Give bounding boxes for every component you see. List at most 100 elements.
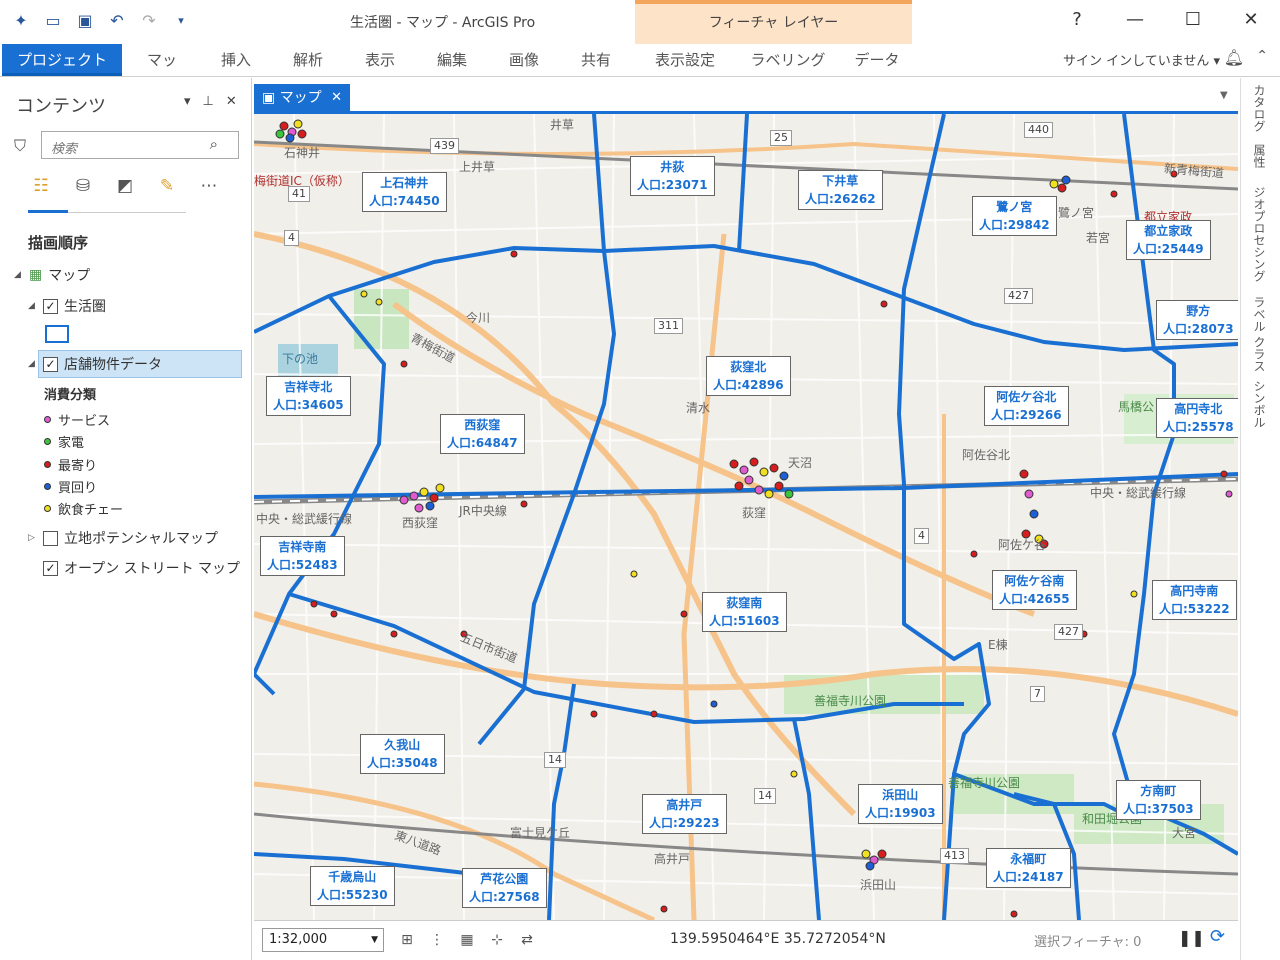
collapse-icon[interactable]: ◢ xyxy=(28,359,37,369)
layer-checkbox[interactable]: ✓ xyxy=(43,356,58,372)
tab-data[interactable]: データ xyxy=(852,44,902,76)
customize-qat-icon[interactable]: ▾ xyxy=(170,10,192,32)
area-label[interactable]: 永福町 人口:24187 xyxy=(986,848,1071,888)
refresh-icon[interactable]: ⟳ xyxy=(1210,926,1225,947)
cursor-icon[interactable]: ⊹ xyxy=(486,929,508,951)
search-input[interactable]: 検索 ⌕ xyxy=(41,131,239,159)
area-label[interactable]: 吉祥寺北 人口:34605 xyxy=(266,376,351,416)
route-shield: 14 xyxy=(544,752,566,768)
correction-icon[interactable]: ⇄ xyxy=(516,929,538,951)
scale-selector[interactable]: 1:32,000 ▼ xyxy=(262,928,384,952)
expand-icon[interactable]: ▷ xyxy=(28,533,37,543)
area-label[interactable]: 荻窪北 人口:42896 xyxy=(706,356,791,396)
place-label: 荻窪 xyxy=(742,506,767,520)
pane-menu-icon[interactable]: ▾ xyxy=(184,94,191,109)
area-label[interactable]: 方南町 人口:37503 xyxy=(1116,780,1201,820)
layer-checkbox[interactable]: ✓ xyxy=(43,560,58,576)
tab-labeling[interactable]: ラベリング xyxy=(748,44,828,76)
chevron-down-icon[interactable]: ▼ xyxy=(371,929,378,951)
area-label[interactable]: 荻窪南 人口:51603 xyxy=(702,592,787,632)
layer-checkbox[interactable] xyxy=(43,530,58,546)
tree-row-map[interactable]: ◢ ▦ マップ xyxy=(14,265,90,285)
side-panel-tabs: カタログ 属性 ジオプロセシング ラベル クラス シンボル xyxy=(1240,78,1280,960)
notification-bell-icon[interactable]: 🔔︎ xyxy=(1224,48,1244,67)
pin-icon[interactable]: ⊥ xyxy=(203,94,214,109)
area-label[interactable]: 下井草 人口:26262 xyxy=(798,170,883,210)
area-label[interactable]: 野方 人口:28073 xyxy=(1156,300,1238,340)
pane-close-icon[interactable]: ✕ xyxy=(226,94,237,109)
route-shield: 41 xyxy=(288,186,310,202)
coordinate-readout: 139.5950464°E 35.7272054°N xyxy=(670,931,886,947)
data-source-icon[interactable]: ⛁ xyxy=(70,173,96,199)
sign-in-status[interactable]: サイン インしていません ▾ xyxy=(1063,50,1220,69)
open-folder-icon[interactable]: ▭ xyxy=(42,10,64,32)
area-label[interactable]: 高円寺北 人口:25578 xyxy=(1156,398,1238,438)
drawing-order-icon[interactable]: ☷ xyxy=(28,173,54,199)
tab-appearance[interactable]: 表示設定 xyxy=(646,44,724,76)
place-label: 善福寺川公園 xyxy=(948,776,1021,790)
route-shield: 440 xyxy=(1024,122,1053,138)
selection-icon[interactable]: ◩ xyxy=(112,173,138,199)
ribbon-collapse-icon[interactable]: ⌃ xyxy=(1256,48,1268,64)
area-label[interactable]: 西荻窪 人口:64847 xyxy=(440,414,525,454)
tree-row-potential[interactable]: ▷ 立地ポテンシャルマップ xyxy=(28,528,218,548)
redo-icon[interactable]: ↷ xyxy=(138,10,160,32)
side-tab-symbology[interactable]: シンボル xyxy=(1251,380,1268,428)
tab-view[interactable]: 表示 xyxy=(358,44,402,76)
tab-share[interactable]: 共有 xyxy=(574,44,618,76)
area-label[interactable]: 吉祥寺南 人口:52483 xyxy=(260,536,345,576)
area-label[interactable]: 高円寺南 人口:53222 xyxy=(1152,580,1237,620)
more-options-icon[interactable]: ⋯ xyxy=(196,173,222,199)
map-view[interactable]: 石神井 上井草 今川 清水 天沼 荻窪 西荻窪 JR中央線 阿佐谷北 阿佐ケ谷 … xyxy=(254,114,1238,920)
layer-checkbox[interactable]: ✓ xyxy=(43,298,58,314)
area-label[interactable]: 高井戸 人口:29223 xyxy=(642,794,727,834)
tree-row-osm[interactable]: ✓ オープン ストリート マップ xyxy=(28,558,240,578)
area-label[interactable]: 鷺ノ宮 人口:29842 xyxy=(972,196,1057,236)
table-icon[interactable]: ▦ xyxy=(456,929,478,951)
tab-analysis[interactable]: 解析 xyxy=(286,44,330,76)
save-icon[interactable]: ▣ xyxy=(74,10,96,32)
side-tab-catalog[interactable]: カタログ xyxy=(1251,84,1268,132)
view-switcher: ☷ ⛁ ◩ ✎ ⋯ xyxy=(28,173,222,199)
collapse-icon[interactable]: ◢ xyxy=(28,301,37,311)
close-button[interactable]: ✕ xyxy=(1222,0,1280,40)
tree-row-stores[interactable]: ◢ ✓ 店舗物件データ xyxy=(28,354,162,374)
tab-dropdown-icon[interactable]: ▼ xyxy=(1220,90,1228,101)
tab-edit[interactable]: 編集 xyxy=(430,44,474,76)
area-label[interactable]: 千歳烏山 人口:55230 xyxy=(310,866,395,906)
selected-features-count[interactable]: 選択フィーチャ: 0 xyxy=(1034,931,1141,950)
area-label[interactable]: 阿佐ケ谷南 人口:42655 xyxy=(992,570,1077,610)
grid-icon[interactable]: ⋮ xyxy=(426,929,448,951)
side-tab-attributes[interactable]: 属性 xyxy=(1251,144,1268,168)
new-project-icon[interactable]: ✦ xyxy=(10,10,32,32)
area-label[interactable]: 都立家政 人口:25449 xyxy=(1126,220,1211,260)
tab-insert[interactable]: 挿入 xyxy=(214,44,258,76)
tab-project[interactable]: プロジェクト xyxy=(2,44,122,76)
area-label[interactable]: 阿佐ケ谷北 人口:29266 xyxy=(984,386,1069,426)
tab-map[interactable]: マップ xyxy=(140,44,184,101)
pause-drawing-button[interactable]: ❚❚ xyxy=(1178,928,1205,947)
area-label[interactable]: 井荻 人口:23071 xyxy=(630,156,715,196)
tab-imagery[interactable]: 画像 xyxy=(502,44,546,76)
tab-map-view[interactable]: ▣ マップ ✕ xyxy=(254,84,350,112)
area-label[interactable]: 浜田山 人口:19903 xyxy=(858,784,943,824)
snapping-icon[interactable]: ⊞ xyxy=(396,929,418,951)
undo-icon[interactable]: ↶ xyxy=(106,10,128,32)
help-button[interactable]: ? xyxy=(1048,0,1106,40)
maximize-button[interactable]: ☐ xyxy=(1164,0,1222,40)
area-label[interactable]: 上石神井 人口:74450 xyxy=(362,172,447,212)
editing-icon[interactable]: ✎ xyxy=(154,173,180,199)
tree-label-potential: 立地ポテンシャルマップ xyxy=(64,531,218,547)
legend-label: 最寄り xyxy=(58,459,98,474)
side-tab-geoprocessing[interactable]: ジオプロセシング xyxy=(1251,186,1268,282)
minimize-button[interactable]: — xyxy=(1106,0,1164,40)
collapse-icon[interactable]: ◢ xyxy=(14,270,23,280)
map-tab-close-icon[interactable]: ✕ xyxy=(331,84,342,112)
search-icon[interactable]: ⌕ xyxy=(210,135,218,153)
filter-icon[interactable]: ⛉ xyxy=(14,136,26,156)
tree-row-seikatsuken[interactable]: ◢ ✓ 生活圏 xyxy=(28,296,106,316)
area-label[interactable]: 芦花公園 人口:27568 xyxy=(462,868,547,908)
route-shield: 4 xyxy=(914,528,929,544)
side-tab-label-class[interactable]: ラベル クラス xyxy=(1251,296,1268,372)
area-label[interactable]: 久我山 人口:35048 xyxy=(360,734,445,774)
